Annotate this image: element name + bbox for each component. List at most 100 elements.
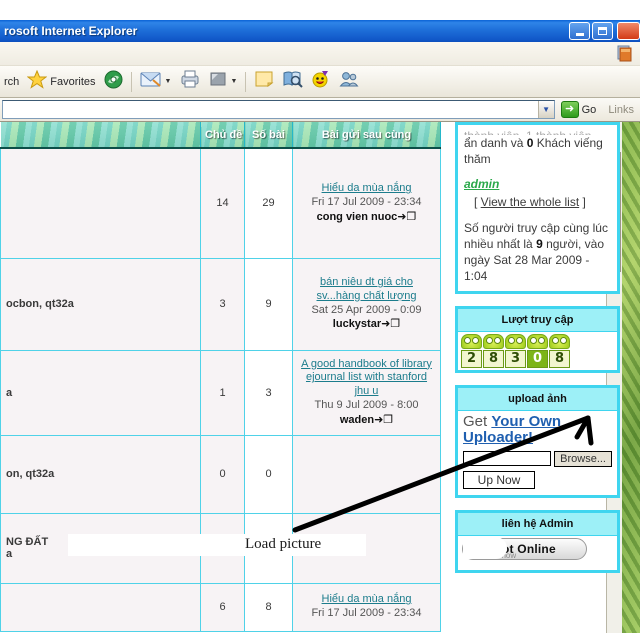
header-posts: Số bài: [244, 122, 293, 149]
goto-last-post-icon[interactable]: ➜❐: [381, 317, 400, 330]
table-header-row: Chủ đề Số bài Bài gửi sau cùng: [0, 122, 441, 149]
last-post-title-link[interactable]: bán niêu dt giá cho sv...hàng chất lượng: [298, 276, 435, 304]
row-topics: 6: [200, 582, 245, 632]
row-category: [0, 582, 201, 632]
menu-bar[interactable]: [0, 42, 640, 66]
last-post-user[interactable]: cong vien nuoc➜❐: [298, 210, 435, 225]
restore-button[interactable]: [592, 22, 613, 40]
status-badge[interactable]: Not Online t now: [462, 536, 587, 560]
last-post-title-link[interactable]: A good handbook of library ejournal list…: [298, 358, 435, 399]
search-button[interactable]: rch: [0, 69, 23, 95]
row-category: ocbon, qt32a: [0, 257, 201, 351]
row-posts: 9: [244, 257, 293, 351]
row-last-post: [292, 434, 441, 514]
table-row[interactable]: on, qt32a 0 0: [0, 434, 441, 514]
table-row[interactable]: 6 8 Hiểu da mùa nắng Fri 17 Jul 2009 - 2…: [0, 582, 441, 632]
annotation-backdrop: [68, 534, 366, 556]
row-posts: 3: [244, 349, 293, 436]
counter-digit: 2: [461, 333, 482, 368]
uploader-promo: Get Your Own Uploader!: [463, 412, 562, 446]
right-sidebar: thành viên, 1 thành viên ẩn danh và 0 Kh…: [455, 122, 620, 585]
header-last-post: Bài gửi sau cùng: [292, 122, 441, 149]
last-post-title-link[interactable]: Hiểu da mùa nắng: [298, 182, 435, 196]
up-now-button[interactable]: Up Now: [463, 470, 535, 489]
browser-toolbar[interactable]: rch Favorites ▼ ▼: [0, 66, 640, 98]
go-arrow-icon: ➜: [560, 101, 579, 118]
mail-button[interactable]: ▼: [136, 69, 176, 95]
who-is-online-panel: thành viên, 1 thành viên ẩn danh và 0 Kh…: [455, 122, 620, 294]
toolbar-divider: [130, 71, 132, 92]
mail-dropdown-caret-icon[interactable]: ▼: [165, 78, 172, 85]
go-button[interactable]: ➜ Go: [555, 101, 603, 118]
favorites-button[interactable]: Favorites: [23, 69, 99, 95]
last-post-title-link[interactable]: Hiểu da mùa nắng: [298, 593, 435, 607]
header-topics: Chủ đề: [200, 122, 245, 149]
yahoo-messenger-button[interactable]: [307, 69, 335, 95]
mail-icon: [140, 71, 162, 93]
media-icon: [104, 70, 123, 94]
go-label: Go: [581, 103, 597, 116]
address-input[interactable]: ▼: [2, 100, 555, 119]
header-category: [0, 122, 201, 149]
last-post-date: Fri 17 Jul 2009 - 23:34: [311, 607, 422, 619]
last-post-user[interactable]: luckystar➜❐: [298, 317, 435, 332]
internet-explorer-logo-icon: [612, 43, 638, 65]
last-post-date: Fri 17 Jul 2009 - 23:34: [311, 195, 422, 208]
close-button[interactable]: [617, 22, 640, 40]
edit-dropdown-caret-icon[interactable]: ▼: [230, 78, 237, 85]
row-last-post: Hiểu da mùa nắng Fri 17 Jul 2009 - 23:34…: [292, 147, 441, 259]
row-topics: 0: [200, 434, 245, 514]
browse-button[interactable]: Browse...: [554, 450, 612, 467]
table-row[interactable]: 14 29 Hiểu da mùa nắng Fri 17 Jul 2009 -…: [0, 147, 441, 259]
print-button[interactable]: [175, 69, 205, 95]
online-clipped-line: thành viên, 1 thành viên: [464, 128, 611, 135]
view-whole-list-link[interactable]: View the whole list: [481, 195, 580, 209]
links-label[interactable]: Links: [602, 104, 640, 116]
favorites-star-icon: [26, 69, 48, 94]
edit-button[interactable]: ▼: [205, 69, 241, 95]
address-bar[interactable]: ▼ ➜ Go Links: [0, 98, 640, 122]
row-last-post: bán niêu dt giá cho sv...hàng chất lượng…: [292, 257, 441, 351]
goto-last-post-icon[interactable]: ➜❐: [397, 210, 416, 223]
row-last-post: Hiểu da mùa nắng Fri 17 Jul 2009 - 23:34: [292, 582, 441, 632]
frog-icon: [505, 333, 526, 349]
notes-button[interactable]: [250, 69, 278, 95]
media-button[interactable]: [100, 69, 127, 95]
row-category: on, qt32a: [0, 434, 201, 514]
upload-panel: upload ảnh Get Your Own Uploader! Browse…: [455, 384, 620, 498]
table-row[interactable]: a 1 3 A good handbook of library ejourna…: [0, 349, 441, 436]
row-topics: 1: [200, 349, 245, 436]
online-visit-line: thăm: [464, 152, 491, 167]
frog-icon: [483, 333, 504, 349]
yahoo-icon: [311, 70, 331, 93]
chevron-down-icon[interactable]: ▼: [537, 101, 554, 118]
row-topics: 3: [200, 257, 245, 351]
goto-last-post-icon[interactable]: ➜❐: [374, 413, 393, 426]
counter-digit: 3: [505, 333, 526, 368]
last-post-date: Thu 9 Jul 2009 - 8:00: [314, 398, 419, 411]
row-posts: 29: [244, 147, 293, 259]
counter-digit: 8: [549, 333, 570, 368]
row-category: a: [0, 349, 201, 436]
notes-icon: [254, 70, 274, 93]
window-titlebar: rosoft Internet Explorer: [0, 20, 640, 42]
people-button[interactable]: [335, 69, 363, 95]
last-post-user[interactable]: waden➜❐: [298, 413, 435, 428]
search-label: rch: [4, 75, 20, 88]
online-anonymous-line: ẩn danh và 0 Khách viếng: [464, 136, 603, 150]
annotation-label: Load picture: [245, 536, 322, 552]
frog-icon: [549, 333, 570, 349]
last-post-date: Sat 25 Apr 2009 - 0:09: [311, 303, 422, 316]
minimize-button[interactable]: [569, 22, 590, 40]
research-button[interactable]: [278, 69, 307, 95]
leaf-background-strip: [622, 122, 640, 633]
row-topics: 14: [200, 147, 245, 259]
favorites-label: Favorites: [50, 75, 96, 88]
visitor-counter-title: Lượt truy cập: [458, 308, 617, 332]
table-row[interactable]: ocbon, qt32a 3 9 bán niêu dt giá cho sv.…: [0, 257, 441, 351]
status-badge-mask: [463, 536, 507, 559]
counter-digit: 0: [527, 333, 548, 368]
admin-user-link[interactable]: admin: [464, 176, 611, 192]
file-path-input[interactable]: [463, 451, 552, 466]
upload-panel-body: Get Your Own Uploader! Browse... Up Now: [458, 411, 617, 495]
